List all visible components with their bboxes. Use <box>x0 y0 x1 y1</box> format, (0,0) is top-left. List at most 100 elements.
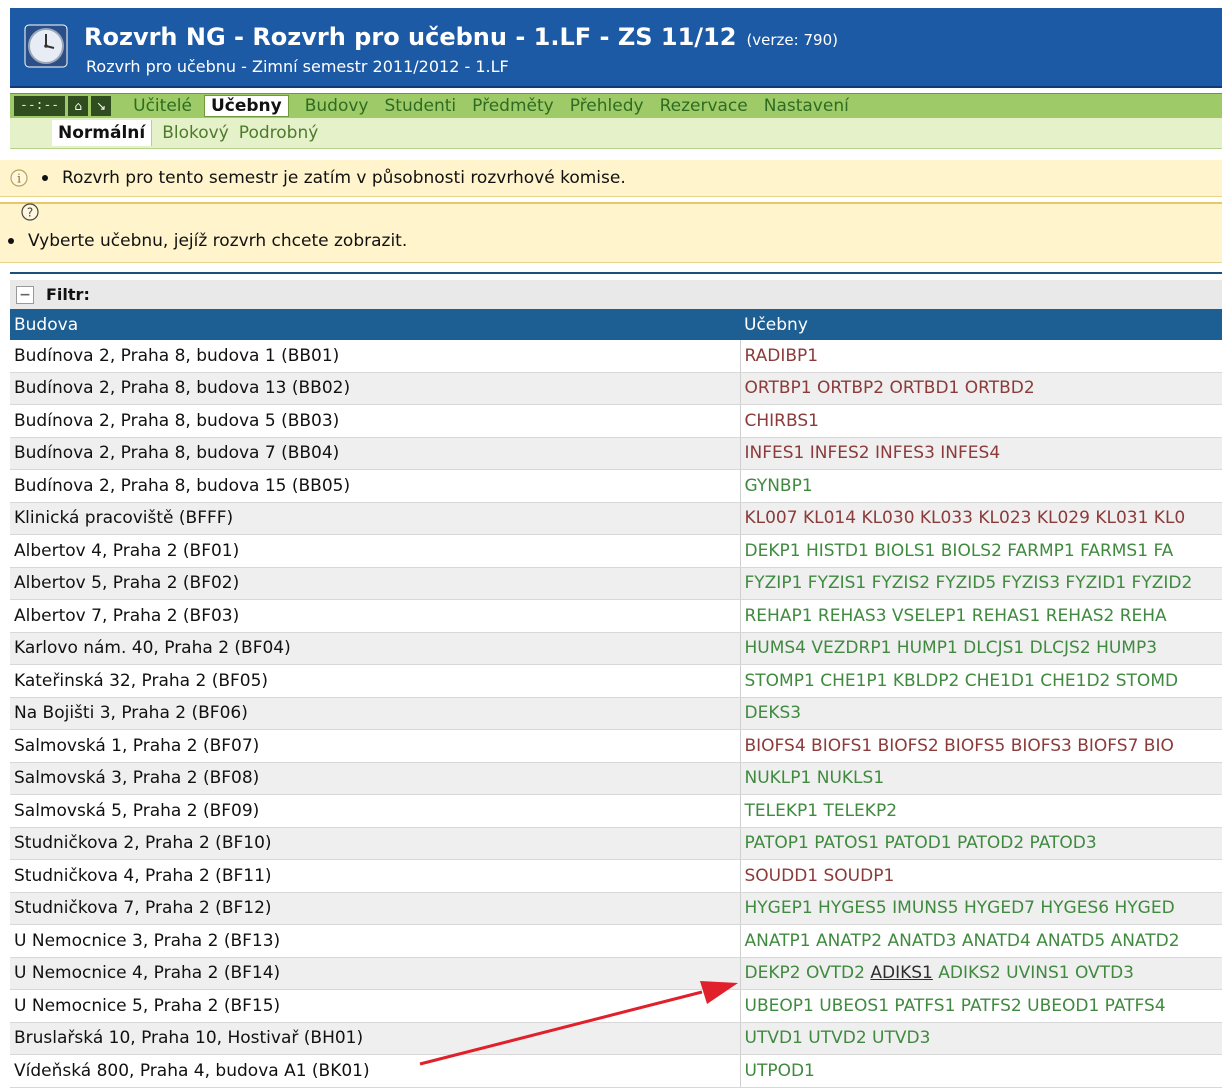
info-icon: i <box>10 169 28 187</box>
rooms-cell[interactable]: ANATP1 ANATP2 ANATD3 ANATD4 ANATD5 ANATD… <box>739 924 1222 958</box>
rooms-cell[interactable]: CHIRBS1 <box>739 404 1222 438</box>
rooms-cell[interactable]: SOUDD1 SOUDP1 <box>739 859 1222 893</box>
column-header-building[interactable]: Budova <box>10 309 740 340</box>
rooms-text[interactable]: DEKP2 OVTD2 <box>745 963 871 983</box>
menu-item-6[interactable]: Rezervace <box>660 96 748 116</box>
rooms-text[interactable]: ADIKS2 UVINS1 OVTD3 <box>933 963 1134 983</box>
menu-item-0[interactable]: Učitelé <box>133 96 192 116</box>
filter-bar[interactable]: − Filtr: <box>10 280 1222 310</box>
sub-menu: Normální Blokový Podrobný <box>10 118 1222 149</box>
building-cell[interactable]: Budínova 2, Praha 8, budova 13 (BB02) <box>10 372 740 405</box>
menu-item-1[interactable]: Učebny <box>203 95 289 117</box>
rooms-cell[interactable]: TELEKP1 TELEKP2 <box>739 794 1222 828</box>
home-icon[interactable]: ⌂ <box>68 96 89 116</box>
rooms-cell[interactable]: NUKLP1 NUKLS1 <box>739 762 1222 795</box>
info-message: Rozvrh pro tento semestr je zatím v půso… <box>62 168 626 188</box>
separator <box>10 272 1222 274</box>
building-cell[interactable]: Salmovská 3, Praha 2 (BF08) <box>10 762 740 795</box>
table-row: Budínova 2, Praha 8, budova 7 (BB04) INFE… <box>10 437 1222 470</box>
building-cell[interactable]: Albertov 7, Praha 2 (BF03) <box>10 599 740 633</box>
table-row: Albertov 5, Praha 2 (BF02) FYZIP1 FYZIS1 … <box>10 567 1222 600</box>
rooms-cell[interactable]: ORTBP1 ORTBP2 ORTBD1 ORTBD2 <box>739 372 1222 405</box>
building-cell[interactable]: U Nemocnice 4, Praha 2 (BF14) <box>10 957 740 990</box>
rooms-cell[interactable]: HYGEP1 HYGES5 IMUNS5 HYGED7 HYGES6 HYGED <box>739 892 1222 925</box>
building-cell[interactable]: Karlovo nám. 40, Praha 2 (BF04) <box>10 632 740 665</box>
table-row: Budínova 2, Praha 8, budova 1 (BB01) RADI… <box>10 340 1222 373</box>
table-row: Albertov 7, Praha 2 (BF03) REHAP1 REHAS3 … <box>10 599 1222 633</box>
rooms-cell[interactable]: REHAP1 REHAS3 VSELEP1 REHAS1 REHAS2 REHA <box>739 599 1222 633</box>
menu-item-3[interactable]: Studenti <box>384 96 456 116</box>
building-cell[interactable]: Budínova 2, Praha 8, budova 1 (BB01) <box>10 340 740 373</box>
table-row: Studničkova 4, Praha 2 (BF11) SOUDD1 SOUD… <box>10 859 1222 893</box>
rooms-cell[interactable]: BIOFS4 BIOFS1 BIOFS2 BIOFS5 BIOFS3 BIOFS… <box>739 729 1222 763</box>
rooms-cell[interactable]: STOMP1 CHE1P1 KBLDP2 CHE1D1 CHE1D2 STOMD <box>739 664 1222 698</box>
building-cell[interactable]: Budínova 2, Praha 8, budova 7 (BB04) <box>10 437 740 470</box>
rooms-cell[interactable]: PATOP1 PATOS1 PATOD1 PATOD2 PATOD3 <box>739 827 1222 860</box>
submenu-item-1[interactable]: Blokový <box>162 123 229 143</box>
table-row: Studničkova 7, Praha 2 (BF12) HYGEP1 HYGE… <box>10 892 1222 925</box>
bullet <box>42 175 48 181</box>
table-row: Albertov 4, Praha 2 (BF01) DEKP1 HISTD1 B… <box>10 534 1222 568</box>
rooms-cell[interactable]: UTPOD1 <box>739 1054 1222 1088</box>
room-link[interactable]: ADIKS1 <box>870 963 933 983</box>
rooms-cell[interactable]: FYZIP1 FYZIS1 FYZIS2 FYZID5 FYZIS3 FYZID… <box>739 567 1222 600</box>
building-cell[interactable]: Kateřinská 32, Praha 2 (BF05) <box>10 664 740 698</box>
building-cell[interactable]: Studničkova 2, Praha 2 (BF10) <box>10 827 740 860</box>
rooms-cell[interactable]: DEKP2 OVTD2 ADIKS1 ADIKS2 UVINS1 OVTD3 <box>739 957 1222 990</box>
time-display: --:-- <box>14 96 66 116</box>
building-cell[interactable]: Na Bojišti 3, Praha 2 (BF06) <box>10 697 740 730</box>
submenu-item-0[interactable]: Normální <box>52 120 153 146</box>
page-subtitle: Rozvrh pro učebnu - Zimní semestr 2011/2… <box>86 57 509 76</box>
menu-items: Učitelé Učebny Budovy Studenti Předměty Přehl… <box>117 95 849 117</box>
rooms-cell[interactable]: GYNBP1 <box>739 469 1222 503</box>
rooms-cell[interactable]: DEKP1 HISTD1 BIOLS1 BIOLS2 FARMP1 FARMS1… <box>739 534 1222 568</box>
table-row: Klinická pracoviště (BFFF) KL007 KL014 KL… <box>10 502 1222 535</box>
version-label: (verze: 790) <box>746 31 838 49</box>
menu-item-5[interactable]: Přehledy <box>570 96 644 116</box>
column-header-rooms[interactable]: Učebny <box>740 309 1222 340</box>
arrow-icon[interactable]: ↘ <box>91 96 112 116</box>
building-cell[interactable]: Albertov 4, Praha 2 (BF01) <box>10 534 740 568</box>
building-cell[interactable]: Salmovská 1, Praha 2 (BF07) <box>10 729 740 763</box>
table-row: Kateřinská 32, Praha 2 (BF05) STOMP1 CHE1… <box>10 664 1222 698</box>
building-cell[interactable]: Studničkova 4, Praha 2 (BF11) <box>10 859 740 893</box>
svg-text:i: i <box>17 172 21 186</box>
building-cell[interactable]: U Nemocnice 3, Praha 2 (BF13) <box>10 924 740 958</box>
table-row: Budínova 2, Praha 8, budova 5 (BB03) CHIR… <box>10 404 1222 438</box>
bullet <box>8 238 14 244</box>
table-row: Budínova 2, Praha 8, budova 15 (BB05) GYN… <box>10 469 1222 503</box>
clock-icon <box>24 24 68 68</box>
menu-item-7[interactable]: Nastavení <box>764 96 849 116</box>
table-body: Budínova 2, Praha 8, budova 1 (BB01) RADI… <box>10 340 1222 1088</box>
buildings-table: Budova Učebny Budínova 2, Praha 8, budov… <box>10 309 1222 1088</box>
building-cell[interactable]: Studničkova 7, Praha 2 (BF12) <box>10 892 740 925</box>
collapse-icon[interactable]: − <box>16 285 34 304</box>
app-header: Rozvrh NG - Rozvrh pro učebnu - 1.LF - Z… <box>10 8 1222 88</box>
rooms-cell[interactable]: RADIBP1 <box>739 340 1222 373</box>
main-menu: --:-- ⌂ ↘ Učitelé Učebny Budovy Studenti Pře… <box>10 93 1222 119</box>
help-panel: ? Vyberte učebnu, jejíž rozvrh chcete zo… <box>0 202 1222 263</box>
table-row: U Nemocnice 3, Praha 2 (BF13) ANATP1 ANAT… <box>10 924 1222 958</box>
submenu-item-2[interactable]: Podrobný <box>239 123 318 143</box>
rooms-cell[interactable]: KL007 KL014 KL030 KL033 KL023 KL029 KL03… <box>739 502 1222 535</box>
table-row: Salmovská 5, Praha 2 (BF09) TELEKP1 TELEK… <box>10 794 1222 828</box>
table-row: Karlovo nám. 40, Praha 2 (BF04) HUMS4 VEZ… <box>10 632 1222 665</box>
building-cell[interactable]: Vídeňská 800, Praha 4, budova A1 (BK01) <box>10 1054 740 1088</box>
table-row: Na Bojišti 3, Praha 2 (BF06) DEKS3 <box>10 697 1222 730</box>
rooms-cell[interactable]: DEKS3 <box>739 697 1222 730</box>
building-cell[interactable]: Budínova 2, Praha 8, budova 5 (BB03) <box>10 404 740 438</box>
help-message: Vyberte učebnu, jejíž rozvrh chcete zobr… <box>28 231 408 251</box>
building-cell[interactable]: Budínova 2, Praha 8, budova 15 (BB05) <box>10 469 740 503</box>
building-cell[interactable]: Salmovská 5, Praha 2 (BF09) <box>10 794 740 828</box>
building-cell[interactable]: Albertov 5, Praha 2 (BF02) <box>10 567 740 600</box>
rooms-cell[interactable]: INFES1 INFES2 INFES3 INFES4 <box>739 437 1222 470</box>
rooms-cell[interactable]: HUMS4 VEZDRP1 HUMP1 DLCJS1 DLCJS2 HUMP3 <box>739 632 1222 665</box>
menu-item-2[interactable]: Budovy <box>305 96 369 116</box>
building-cell[interactable]: Bruslařská 10, Praha 10, Hostivař (BH01) <box>10 1022 740 1055</box>
building-cell[interactable]: U Nemocnice 5, Praha 2 (BF15) <box>10 989 740 1023</box>
menu-item-4[interactable]: Předměty <box>472 96 554 116</box>
rooms-cell[interactable]: UBEOP1 UBEOS1 PATFS1 PATFS2 UBEOD1 PATFS… <box>739 989 1222 1023</box>
help-icon: ? <box>21 203 39 221</box>
building-cell[interactable]: Klinická pracoviště (BFFF) <box>10 502 740 535</box>
rooms-cell[interactable]: UTVD1 UTVD2 UTVD3 <box>739 1022 1222 1055</box>
